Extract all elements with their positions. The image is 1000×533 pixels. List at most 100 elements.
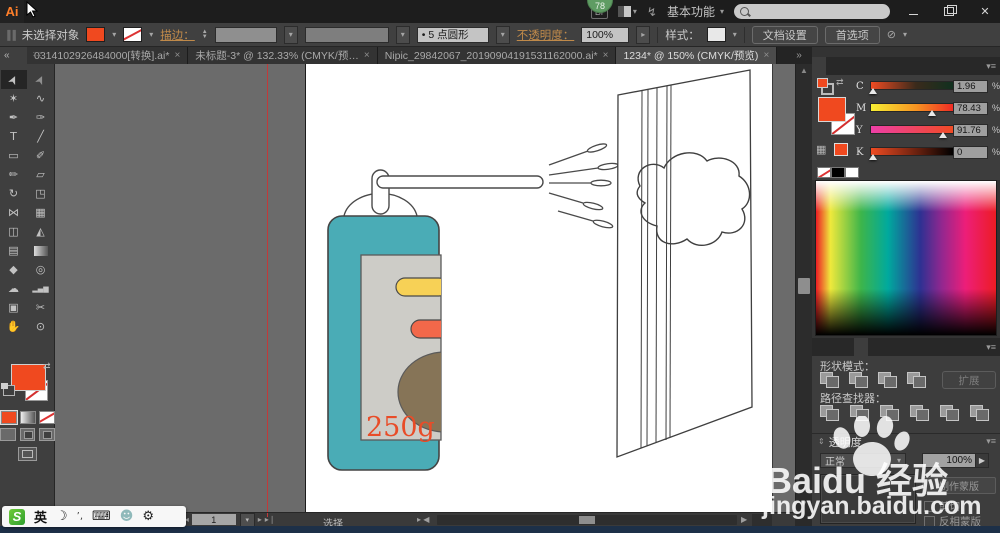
magic-wand-tool[interactable]: ✶ — [1, 89, 27, 108]
rectangle-tool[interactable]: ▭ — [1, 146, 27, 165]
chevron-down-icon[interactable]: ▾ — [149, 30, 153, 39]
slider-handle[interactable] — [938, 132, 947, 138]
minus-back-icon[interactable] — [968, 404, 990, 421]
unite-icon[interactable] — [818, 371, 840, 388]
scale-tool[interactable]: ◳ — [28, 184, 54, 203]
restore-button[interactable] — [936, 2, 962, 21]
free-transform-tool[interactable]: ▦ — [28, 203, 54, 222]
next-artboard-button[interactable]: ▸ — [258, 515, 262, 524]
selection-tool[interactable]: ➤ — [0, 70, 27, 89]
direct-selection-tool[interactable]: ➤ — [28, 70, 54, 89]
tab-gradient[interactable] — [854, 57, 868, 75]
rotate-tool[interactable]: ↻ — [1, 184, 27, 203]
doc-tab-2[interactable]: 未标题-3* @ 132.33% (CMYK/预… × — [188, 47, 378, 64]
blend-mode-select[interactable]: 正常 ▾ — [820, 453, 906, 468]
sogou-logo[interactable]: S — [9, 508, 25, 525]
white-swatch[interactable] — [845, 167, 859, 178]
tab-color[interactable] — [812, 57, 826, 75]
merge-icon[interactable] — [878, 404, 900, 421]
chevron-down-icon[interactable]: ▾ — [733, 30, 737, 39]
vertical-scrollbar[interactable]: ▲ ▼ — [795, 64, 812, 512]
wall-panel[interactable] — [616, 69, 753, 458]
web-color-cube-icon[interactable]: ▦ — [816, 143, 826, 156]
stroke-panel-link[interactable]: 描边： — [160, 27, 195, 43]
spray-tube[interactable] — [376, 175, 544, 189]
none-button[interactable] — [38, 411, 55, 424]
artboard-tool[interactable]: ▣ — [1, 298, 27, 317]
panel-grip-dots[interactable]: ∷∷ — [33, 50, 45, 59]
chevron-down-icon[interactable]: ▾ — [112, 30, 116, 39]
toolbox-wrench-icon[interactable]: ⚙ — [142, 509, 154, 524]
slice-tool[interactable]: ✂ — [28, 298, 54, 317]
panel-grip[interactable]: ▐▐ — [4, 30, 16, 40]
scroll-left-icon[interactable]: ▸ ◀ — [417, 515, 429, 524]
slider-track[interactable] — [869, 81, 954, 90]
style-swatch[interactable] — [706, 27, 726, 42]
zoom-tool[interactable]: ⊙ — [28, 317, 54, 336]
draw-inside-icon[interactable] — [39, 428, 56, 441]
account-icon[interactable]: ☻ — [120, 509, 134, 524]
workspace-switcher[interactable]: 基本功能 ▾ — [667, 3, 724, 20]
close-button[interactable]: ✕ — [972, 2, 998, 21]
none-swatch[interactable] — [817, 167, 831, 178]
night-mode-moon-icon[interactable]: ☽ — [56, 509, 68, 524]
line-segment-tool[interactable]: ╱ — [28, 127, 54, 146]
expand-button[interactable]: 扩展 — [942, 371, 996, 389]
tab-layers[interactable] — [840, 338, 854, 356]
slider-handle[interactable] — [868, 154, 877, 160]
lasso-tool[interactable]: ∿ — [28, 89, 54, 108]
panel-menu-icon[interactable]: ▾≡ — [986, 57, 1000, 75]
ime-toolbar[interactable]: S 英 ☽ ’, ⌨ ☻ ⚙ — [2, 506, 186, 527]
pencil-tool[interactable]: ✏ — [1, 165, 27, 184]
artboard-canvas[interactable]: 250g — [55, 64, 795, 512]
channel-value-field[interactable]: 0 — [953, 145, 988, 159]
mesh-tool[interactable]: ▤ — [1, 241, 27, 260]
slider-track[interactable] — [869, 147, 954, 156]
make-mask-button[interactable]: 制作蒙版 — [922, 477, 996, 494]
close-icon[interactable]: × — [174, 50, 180, 61]
isolate-icon[interactable]: ⊘ — [887, 28, 896, 41]
gradient-tool[interactable]: ▥ — [28, 241, 54, 260]
fill-color-control[interactable] — [11, 364, 46, 391]
chevron-down-icon[interactable]: ▾ — [903, 30, 907, 39]
slider-handle[interactable] — [927, 110, 936, 116]
column-graph-tool[interactable]: ▂▄▆ — [28, 279, 54, 298]
variable-width-profile-field[interactable] — [304, 26, 389, 43]
hand-tool[interactable]: ✋ — [1, 317, 27, 336]
clip-checkbox-row[interactable]: 剪切 — [924, 499, 960, 514]
preferences-button[interactable]: 首选项 — [824, 25, 880, 44]
label-yellow-bar[interactable] — [395, 277, 448, 297]
color-spectrum[interactable] — [815, 180, 997, 336]
minimize-button[interactable] — [900, 2, 926, 21]
stroke-width-field[interactable] — [214, 26, 277, 43]
opacity-field[interactable]: 100% — [581, 26, 630, 43]
shape-builder-tool[interactable]: ◫ — [1, 222, 27, 241]
channel-value-field[interactable]: 78.43 — [953, 101, 988, 115]
artboard-number-field[interactable]: 1 — [191, 514, 236, 525]
stroke-width-stepper[interactable]: ▲ ▼ — [202, 29, 208, 40]
vertical-scroll-thumb[interactable] — [798, 278, 810, 294]
outline-icon[interactable] — [938, 404, 960, 421]
curvature-tool[interactable]: ✑ — [28, 108, 54, 127]
brush-definition-field[interactable]: • 5 点圆形 — [416, 26, 489, 43]
intersect-icon[interactable] — [876, 371, 898, 388]
close-icon[interactable]: × — [364, 50, 370, 61]
transparency-panel-header[interactable]: ⇕ 透明度 ▾≡ — [812, 433, 1000, 449]
doc-tab-1[interactable]: 0314102926484000[转换].ai* × — [27, 47, 189, 64]
close-icon[interactable]: × — [603, 50, 609, 61]
tab-stroke[interactable] — [840, 57, 854, 75]
doc-tab-4[interactable]: 1234* @ 150% (CMYK/预览) × — [616, 47, 778, 64]
slider-handle[interactable] — [868, 88, 877, 94]
fill-proxy-swatch[interactable] — [818, 97, 846, 122]
draw-behind-icon[interactable] — [19, 428, 36, 441]
panel-menu-icon[interactable]: ▾≡ — [986, 436, 1000, 447]
chevron-right-icon[interactable]: ▸ — [636, 25, 651, 44]
tools-collapse-button[interactable]: « — [0, 47, 27, 64]
chevron-down-icon[interactable]: ▾ — [283, 25, 298, 44]
perspective-grid-tool[interactable]: ◭ — [28, 222, 54, 241]
tab-color-guide[interactable] — [826, 57, 840, 75]
slider-track[interactable] — [870, 103, 954, 112]
minus-front-icon[interactable] — [847, 371, 869, 388]
swap-fill-stroke-icon[interactable]: ⇄ — [43, 361, 51, 372]
opacity-panel-link[interactable]: 不透明度： — [517, 27, 575, 43]
